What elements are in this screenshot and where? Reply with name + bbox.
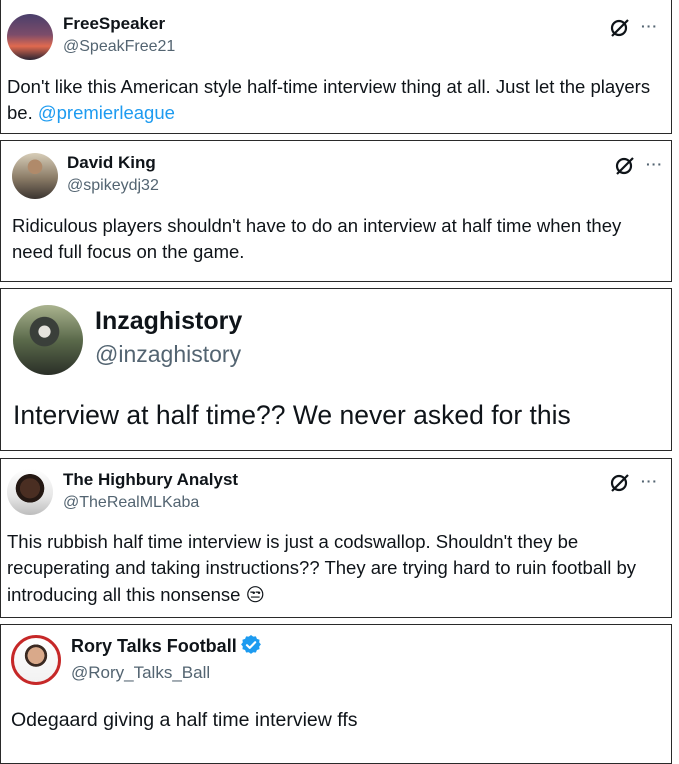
display-name[interactable]: FreeSpeaker	[63, 14, 165, 34]
display-name[interactable]: The Highbury Analyst	[63, 470, 238, 490]
more-options-icon[interactable]: ···	[641, 473, 658, 489]
user-handle[interactable]: @inzaghistory	[95, 341, 241, 368]
user-handle[interactable]: @SpeakFree21	[63, 38, 175, 56]
grok-icon[interactable]	[614, 154, 636, 176]
display-name-text: Rory Talks Football	[71, 636, 237, 656]
user-handle[interactable]: @Rory_Talks_Ball	[71, 663, 210, 683]
avatar[interactable]	[7, 14, 53, 60]
grok-icon[interactable]	[609, 471, 631, 493]
grok-icon[interactable]	[609, 16, 631, 38]
user-handle[interactable]: @TheRealMLKaba	[63, 494, 199, 512]
unamused-emoji: 😒	[245, 583, 265, 605]
tweet-text: Don't like this American style half-time…	[7, 74, 667, 127]
tweet-card: Rory Talks Football @Rory_Talks_Ball Ode…	[0, 624, 672, 764]
more-options-icon[interactable]: ···	[641, 18, 658, 34]
avatar[interactable]	[13, 305, 83, 375]
tweet-text: This rubbish half time interview is just…	[7, 529, 669, 608]
display-name[interactable]: Inzaghistory	[95, 307, 242, 336]
tweet-card: Inzaghistory @inzaghistory Interview at …	[0, 288, 672, 451]
avatar[interactable]	[12, 153, 58, 199]
user-handle[interactable]: @spikeydj32	[67, 177, 159, 195]
tweet-body: This rubbish half time interview is just…	[7, 531, 642, 605]
display-name[interactable]: Rory Talks Football	[71, 635, 261, 657]
tweet-text: Odegaard giving a half time interview ff…	[11, 709, 358, 731]
tweet-card: FreeSpeaker @SpeakFree21 ··· Don't like …	[0, 0, 672, 134]
mention-link[interactable]: @premierleague	[38, 102, 175, 123]
more-options-icon[interactable]: ···	[646, 156, 663, 172]
verified-badge-icon	[240, 635, 261, 654]
tweet-card: The Highbury Analyst @TheRealMLKaba ··· …	[0, 458, 672, 618]
avatar[interactable]	[7, 469, 53, 515]
tweet-card: David King @spikeydj32 ··· Ridiculous pl…	[0, 140, 672, 282]
tweet-text: Ridiculous players shouldn't have to do …	[12, 215, 627, 263]
display-name[interactable]: David King	[67, 153, 156, 173]
avatar[interactable]	[11, 635, 61, 685]
tweet-text: Interview at half time?? We never asked …	[13, 400, 571, 430]
